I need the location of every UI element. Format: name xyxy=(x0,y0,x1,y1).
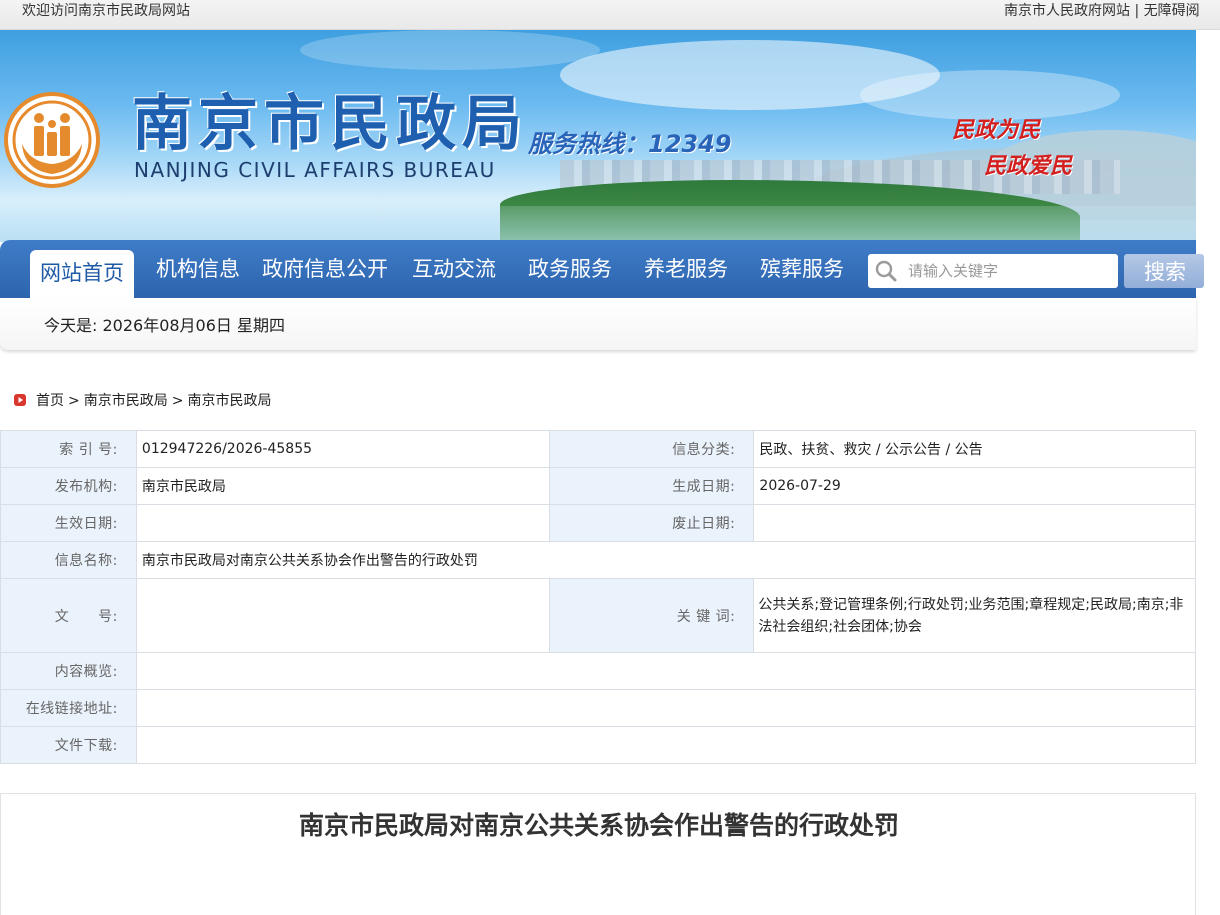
breadcrumb: 首页 > 南京市民政局 > 南京市民政局 xyxy=(14,392,271,410)
info-name-label: 信息名称: xyxy=(0,541,137,579)
table-row: 文 号: 关 键 词: 公共关系;登记管理条例;行政处罚;业务范围;章程规定;民… xyxy=(0,578,1196,653)
online-link-value xyxy=(135,689,1197,727)
nav-item-gov-disclosure[interactable]: 政府信息公开 xyxy=(262,254,388,284)
site-title: 南京市民政局 xyxy=(132,89,528,159)
info-name-value: 南京市民政局对南京公共关系协会作出警告的行政处罚 xyxy=(135,541,1197,579)
nav-item-elderly-care[interactable]: 养老服务 xyxy=(644,254,728,284)
doc-number-value xyxy=(135,578,550,653)
file-download-label: 文件下载: xyxy=(0,726,137,764)
effective-date-value xyxy=(135,504,550,542)
category-label: 信息分类: xyxy=(548,430,755,468)
slogan-1: 民政为民 xyxy=(952,117,1041,143)
bureau-logo-icon[interactable] xyxy=(4,92,100,188)
welcome-text: 欢迎访问南京市民政局网站 xyxy=(22,3,190,19)
expire-date-value xyxy=(753,504,1196,542)
summary-label: 内容概览: xyxy=(0,652,137,690)
summary-value xyxy=(135,652,1197,690)
lake-decoration xyxy=(0,206,1196,242)
effective-date-label: 生效日期: xyxy=(0,504,137,542)
keywords-label: 关 键 词: xyxy=(548,578,755,653)
site-title-english: NANJING CIVIL AFFAIRS BUREAU xyxy=(134,158,496,182)
online-link-label: 在线链接地址: xyxy=(0,689,137,727)
today-date: 今天是: 2026年08月06日 星期四 xyxy=(44,316,286,335)
info-table: 索 引 号: 012947226/2026-45855 信息分类: 民政、扶贫、… xyxy=(0,430,1197,764)
breadcrumb-sep: > xyxy=(68,393,80,409)
play-icon xyxy=(14,394,26,406)
nav-item-funeral[interactable]: 殡葬服务 xyxy=(760,254,844,284)
accessibility-link[interactable]: 无障碍阅 xyxy=(1144,3,1200,19)
gov-site-link[interactable]: 南京市人民政府网站 xyxy=(1004,3,1130,19)
breadcrumb-bureau-current[interactable]: 南京市民政局 xyxy=(187,393,271,409)
table-row: 生效日期: 废止日期: xyxy=(0,504,1196,542)
expire-date-label: 废止日期: xyxy=(548,504,755,542)
index-value: 012947226/2026-45855 xyxy=(135,430,550,468)
search-box xyxy=(868,254,1118,288)
top-links: 南京市人民政府网站 | 无障碍阅 xyxy=(1004,1,1200,21)
created-date-value: 2026-07-29 xyxy=(753,467,1196,505)
index-label: 索 引 号: xyxy=(0,430,137,468)
breadcrumb-bureau[interactable]: 南京市民政局 xyxy=(84,393,168,409)
article: 南京市民政局对南京公共关系协会作出警告的行政处罚 xyxy=(0,793,1196,915)
search-input[interactable] xyxy=(908,258,1113,284)
doc-number-label: 文 号: xyxy=(0,578,137,653)
created-date-label: 生成日期: xyxy=(548,467,755,505)
keywords-value: 公共关系;登记管理条例;行政处罚;业务范围;章程规定;民政局;南京;非法社会组织… xyxy=(753,578,1196,653)
table-row: 发布机构: 南京市民政局 生成日期: 2026-07-29 xyxy=(0,467,1196,505)
date-bar: 今天是: 2026年08月06日 星期四 xyxy=(0,298,1196,350)
top-links-divider: | xyxy=(1134,3,1140,19)
nav-item-interaction[interactable]: 互动交流 xyxy=(412,254,496,284)
main-nav: 网站首页 机构信息 政府信息公开 互动交流 政务服务 养老服务 殡葬服务 搜索 xyxy=(0,240,1204,298)
table-row: 内容概览: xyxy=(0,652,1197,690)
table-row: 信息名称: 南京市民政局对南京公共关系协会作出警告的行政处罚 xyxy=(0,541,1197,579)
table-row: 文件下载: xyxy=(0,726,1197,764)
category-value: 民政、扶贫、救灾 / 公示公告 / 公告 xyxy=(753,430,1196,468)
org-label: 发布机构: xyxy=(0,467,137,505)
header-banner: 南京市民政局 NANJING CIVIL AFFAIRS BUREAU 服务热线… xyxy=(0,30,1196,242)
nav-item-org-info[interactable]: 机构信息 xyxy=(156,254,240,284)
breadcrumb-home[interactable]: 首页 xyxy=(36,393,64,409)
page: 欢迎访问南京市民政局网站 南京市人民政府网站 | 无障碍阅 南京市民政局 NAN… xyxy=(0,0,1220,915)
breadcrumb-sep: > xyxy=(171,393,184,409)
org-value: 南京市民政局 xyxy=(135,467,550,505)
table-row: 在线链接地址: xyxy=(0,689,1197,727)
search-icon xyxy=(875,260,897,282)
slogan-2: 民政爱民 xyxy=(984,153,1073,179)
hotline-text: 服务热线：12349 xyxy=(528,130,732,158)
file-download-value xyxy=(135,726,1197,764)
nav-item-home[interactable]: 网站首页 xyxy=(30,250,134,298)
cloud-decoration xyxy=(300,30,600,70)
search-button[interactable]: 搜索 xyxy=(1124,254,1204,288)
nav-item-gov-services[interactable]: 政务服务 xyxy=(528,254,612,284)
top-bar: 欢迎访问南京市民政局网站 南京市人民政府网站 | 无障碍阅 xyxy=(0,0,1220,30)
article-title: 南京市民政局对南京公共关系协会作出警告的行政处罚 xyxy=(298,811,899,840)
table-row: 索 引 号: 012947226/2026-45855 信息分类: 民政、扶贫、… xyxy=(0,430,1196,468)
